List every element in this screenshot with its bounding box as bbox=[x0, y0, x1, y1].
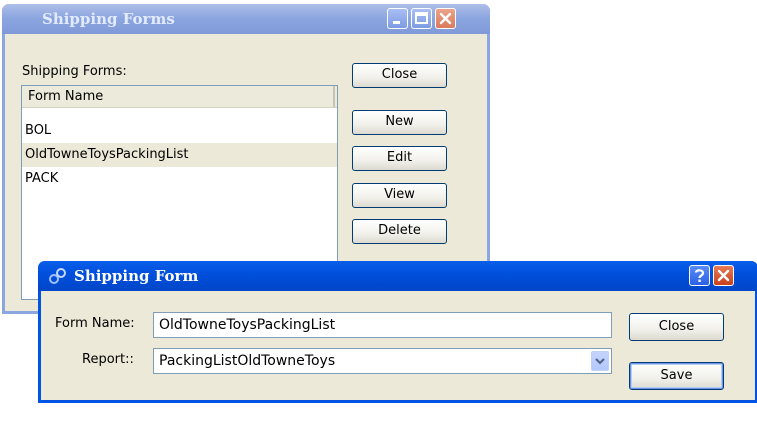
column-header-form-name[interactable]: Form Name bbox=[22, 86, 335, 107]
shipping-form-titlebar[interactable]: Shipping Form bbox=[38, 261, 757, 291]
new-button[interactable]: New bbox=[352, 110, 447, 135]
close-button[interactable]: Close bbox=[352, 63, 447, 88]
edit-button[interactable]: Edit bbox=[352, 146, 447, 171]
form-name-label: Form Name: bbox=[55, 316, 135, 331]
dropdown-button[interactable] bbox=[591, 351, 609, 371]
listview-header: Form Name bbox=[22, 86, 337, 108]
close-icon bbox=[439, 12, 452, 25]
minimize-icon bbox=[393, 21, 400, 24]
close-dialog-button[interactable] bbox=[713, 265, 734, 286]
save-button[interactable]: Save bbox=[629, 362, 724, 390]
help-button[interactable] bbox=[689, 265, 710, 286]
shipping-forms-titlebar[interactable]: Shipping Forms bbox=[2, 4, 490, 34]
report-selected-value: PackingListOldTowneToys bbox=[159, 353, 336, 369]
window-title: Shipping Forms bbox=[42, 10, 175, 28]
delete-button[interactable]: Delete bbox=[352, 219, 447, 244]
close-icon bbox=[717, 269, 730, 282]
close-window-button[interactable] bbox=[435, 8, 456, 29]
view-button[interactable]: View bbox=[352, 183, 447, 208]
report-label: Report:: bbox=[82, 352, 134, 367]
report-select[interactable]: PackingListOldTowneToys bbox=[153, 348, 612, 374]
maximize-icon bbox=[415, 12, 428, 24]
dialog-title: Shipping Form bbox=[74, 267, 199, 285]
minimize-button[interactable] bbox=[387, 8, 408, 29]
list-item[interactable]: BOL bbox=[22, 119, 337, 143]
shipping-forms-label: Shipping Forms: bbox=[22, 64, 127, 79]
close-button[interactable]: Close bbox=[629, 313, 724, 341]
shipping-form-dialog: Shipping Form Form Name: OldTowneToysPac… bbox=[38, 261, 757, 403]
list-item[interactable]: OldTowneToysPackingList bbox=[22, 143, 337, 167]
list-item[interactable]: PACK bbox=[22, 167, 337, 191]
form-name-input[interactable]: OldTowneToysPackingList bbox=[153, 312, 612, 338]
maximize-button[interactable] bbox=[411, 8, 432, 29]
chevron-down-icon bbox=[595, 358, 605, 365]
app-icon bbox=[49, 268, 66, 284]
help-icon bbox=[694, 269, 705, 282]
